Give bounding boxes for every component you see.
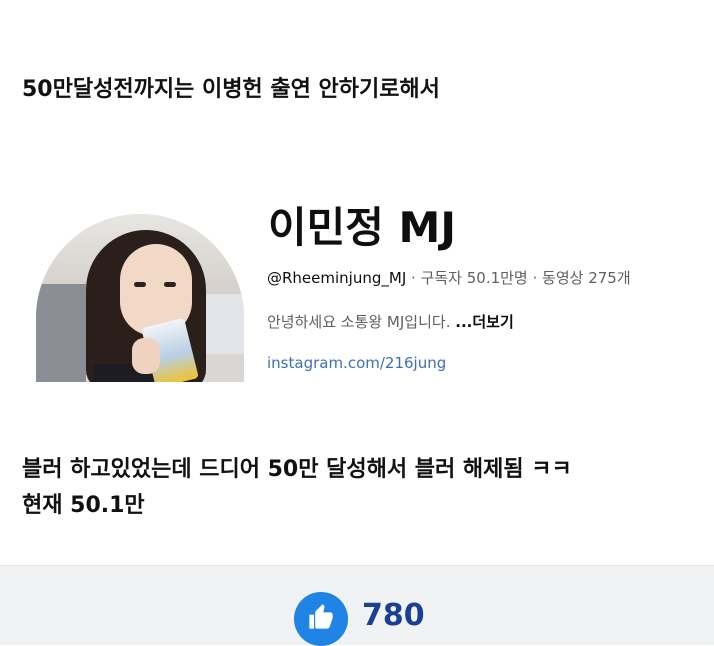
meta-separator: · [527, 269, 543, 287]
description-text: 안녕하세요 소통왕 MJ입니다. [267, 313, 456, 331]
subscriber-count: 구독자 50.1만명 [420, 269, 528, 287]
avatar-hand [132, 338, 160, 374]
thumbs-up-icon [307, 603, 335, 635]
more-button[interactable]: ...더보기 [455, 313, 514, 331]
channel-handle[interactable]: @Rheeminjung_MJ [267, 269, 406, 287]
channel-meta: @Rheeminjung_MJ · 구독자 50.1만명 · 동영상 275개 [267, 268, 631, 288]
channel-description: 안녕하세요 소통왕 MJ입니다. ...더보기 [267, 312, 514, 332]
post-body-line-1: 블러 하고있었는데 드디어 50만 달성해서 블러 해제됨 ㅋㅋ [22, 457, 572, 482]
like-count: 780 [362, 598, 425, 633]
meta-separator: · [406, 269, 421, 287]
reaction-bar: 780 [0, 565, 714, 646]
avatar-eye-left [134, 282, 146, 287]
avatar-background-left [36, 284, 86, 382]
channel-card: 이민정 MJ @Rheeminjung_MJ · 구독자 50.1만명 · 동영… [36, 190, 696, 390]
like-button[interactable] [294, 592, 348, 646]
channel-avatar[interactable] [36, 214, 244, 382]
post-body-line-2: 현재 50.1만 [22, 493, 145, 518]
channel-name[interactable]: 이민정 MJ [268, 202, 456, 254]
channel-link[interactable]: instagram.com/216jung [267, 353, 446, 373]
video-count: 동영상 275개 [542, 269, 631, 287]
post-intro-text: 50만달성전까지는 이병헌 출연 안하기로해서 [22, 77, 440, 102]
avatar-eye-right [164, 282, 176, 287]
